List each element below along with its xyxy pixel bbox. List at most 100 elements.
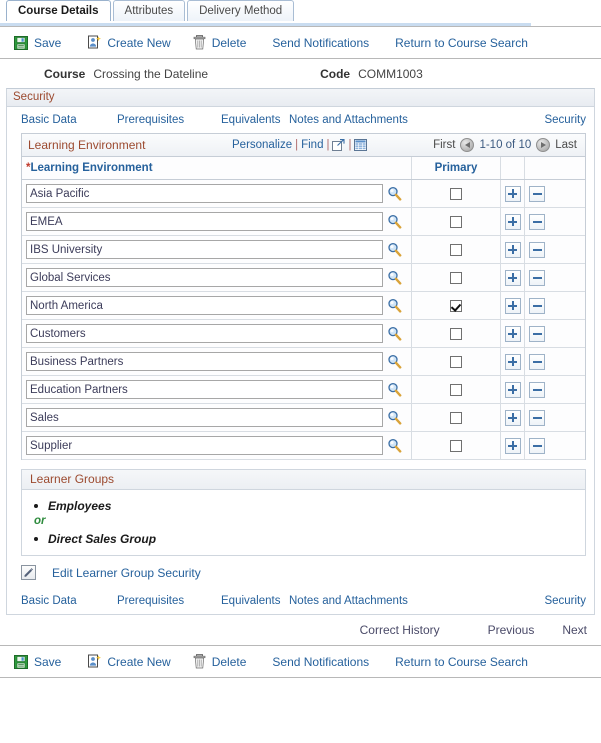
primary-checkbox[interactable]	[450, 383, 462, 396]
link-basic-data-top[interactable]: Basic Data	[21, 114, 117, 126]
return-to-course-search-button-bottom[interactable]: Return to Course Search	[395, 655, 528, 669]
personalize-link[interactable]: Personalize	[232, 139, 292, 151]
learning-environment-input[interactable]	[26, 408, 383, 427]
create-new-button-bottom[interactable]: Create New	[87, 654, 171, 669]
add-row-button[interactable]	[504, 353, 521, 370]
lookup-icon[interactable]	[387, 242, 402, 257]
link-prerequisites-bottom[interactable]: Prerequisites	[117, 595, 221, 607]
edit-pencil-icon[interactable]	[21, 565, 36, 580]
lookup-icon[interactable]	[387, 214, 402, 229]
download-grid-icon[interactable]	[354, 139, 368, 151]
return-to-course-search-button[interactable]: Return to Course Search	[395, 36, 528, 50]
add-row-button[interactable]	[504, 437, 521, 454]
lookup-icon[interactable]	[387, 354, 402, 369]
delete-row-button[interactable]	[529, 213, 545, 230]
cell-learning-environment	[22, 376, 412, 403]
primary-checkbox[interactable]	[450, 215, 462, 228]
learning-environment-input[interactable]	[26, 212, 383, 231]
delete-row-button[interactable]	[529, 437, 545, 454]
lookup-icon[interactable]	[387, 298, 402, 313]
delete-row-button[interactable]	[529, 185, 545, 202]
primary-checkbox[interactable]	[450, 271, 462, 284]
primary-checkbox[interactable]	[450, 187, 462, 200]
cell-learning-environment	[22, 348, 412, 375]
add-row-button[interactable]	[504, 241, 521, 258]
link-basic-data-bottom[interactable]: Basic Data	[21, 595, 117, 607]
lookup-icon[interactable]	[387, 270, 402, 285]
link-security-top[interactable]: Security	[544, 114, 586, 126]
link-equivalents-top[interactable]: Equivalents	[221, 114, 289, 126]
lookup-icon[interactable]	[387, 186, 402, 201]
save-button-bottom[interactable]: Save	[14, 654, 61, 669]
delete-row-button[interactable]	[529, 409, 545, 426]
lookup-icon[interactable]	[387, 438, 402, 453]
delete-row-button[interactable]	[529, 297, 545, 314]
delete-row-button[interactable]	[529, 325, 545, 342]
delete-button[interactable]: Delete	[193, 35, 246, 50]
learning-environment-input[interactable]	[26, 352, 383, 371]
primary-checkbox[interactable]	[450, 411, 462, 424]
send-notifications-button[interactable]: Send Notifications	[272, 36, 369, 50]
lookup-icon[interactable]	[387, 326, 402, 341]
tab-delivery-method-label: Delivery Method	[199, 5, 283, 17]
lookup-icon[interactable]	[387, 382, 402, 397]
send-notifications-button-bottom[interactable]: Send Notifications	[272, 655, 369, 669]
pager-previous-arrow[interactable]	[460, 138, 475, 152]
learning-environment-input[interactable]	[26, 436, 383, 455]
link-security-bottom[interactable]: Security	[544, 595, 586, 607]
find-link[interactable]: Find	[301, 139, 323, 151]
link-prerequisites-top[interactable]: Prerequisites	[117, 114, 221, 126]
add-row-button[interactable]	[504, 381, 521, 398]
pager-last-label[interactable]: Last	[555, 139, 577, 151]
create-new-button[interactable]: Create New	[87, 35, 171, 50]
tab-course-details[interactable]: Course Details	[6, 0, 111, 21]
primary-checkbox[interactable]	[450, 327, 462, 340]
learning-environment-grid: Learning Environment Personalize | Find …	[21, 133, 586, 460]
delete-row-button[interactable]	[529, 269, 545, 286]
learning-environment-input[interactable]	[26, 268, 383, 287]
cell-primary	[412, 236, 501, 263]
expand-all-icon[interactable]	[332, 139, 346, 151]
add-row-button[interactable]	[504, 185, 521, 202]
learner-group-name: Employees	[48, 498, 112, 513]
column-header-learning-environment-label: Learning Environment	[30, 162, 153, 174]
learning-environment-input[interactable]	[26, 184, 383, 203]
delete-button-bottom[interactable]: Delete	[193, 654, 246, 669]
add-row-button[interactable]	[504, 269, 521, 286]
previous-link[interactable]: Previous	[488, 623, 535, 637]
next-link[interactable]: Next	[562, 623, 587, 637]
pager-first-label[interactable]: First	[433, 139, 455, 151]
primary-checkbox[interactable]	[450, 299, 462, 312]
add-row-button[interactable]	[504, 325, 521, 342]
tab-attributes[interactable]: Attributes	[112, 0, 186, 21]
primary-checkbox[interactable]	[450, 243, 462, 256]
delete-row-button[interactable]	[529, 381, 545, 398]
grid-rows	[22, 180, 585, 460]
learning-environment-input[interactable]	[26, 324, 383, 343]
return-to-course-search-label: Return to Course Search	[395, 654, 528, 669]
link-equivalents-bottom[interactable]: Equivalents	[221, 595, 289, 607]
delete-row-button[interactable]	[529, 241, 545, 258]
table-row	[22, 208, 585, 236]
tab-delivery-method[interactable]: Delivery Method	[187, 0, 295, 21]
cell-add	[501, 432, 525, 459]
lookup-icon[interactable]	[387, 410, 402, 425]
save-button[interactable]: Save	[14, 35, 61, 50]
link-notes-attachments-bottom[interactable]: Notes and Attachments	[289, 595, 544, 607]
add-row-button[interactable]	[504, 409, 521, 426]
correct-history-link[interactable]: Correct History	[360, 623, 440, 637]
learning-environment-input[interactable]	[26, 380, 383, 399]
add-row-button[interactable]	[504, 297, 521, 314]
primary-checkbox[interactable]	[450, 439, 462, 452]
link-notes-attachments-top[interactable]: Notes and Attachments	[289, 114, 544, 126]
sub-nav-top: Basic Data Prerequisites Equivalents Not…	[7, 107, 594, 133]
learning-environment-input[interactable]	[26, 240, 383, 259]
create-new-icon	[87, 35, 102, 50]
edit-learner-group-security-link[interactable]: Edit Learner Group Security	[52, 566, 201, 580]
pager-next-arrow[interactable]	[536, 138, 551, 152]
add-row-button[interactable]	[504, 213, 521, 230]
primary-checkbox[interactable]	[450, 355, 462, 368]
grid-tools-separator-2: |	[326, 139, 330, 151]
delete-row-button[interactable]	[529, 353, 545, 370]
learning-environment-input[interactable]	[26, 296, 383, 315]
